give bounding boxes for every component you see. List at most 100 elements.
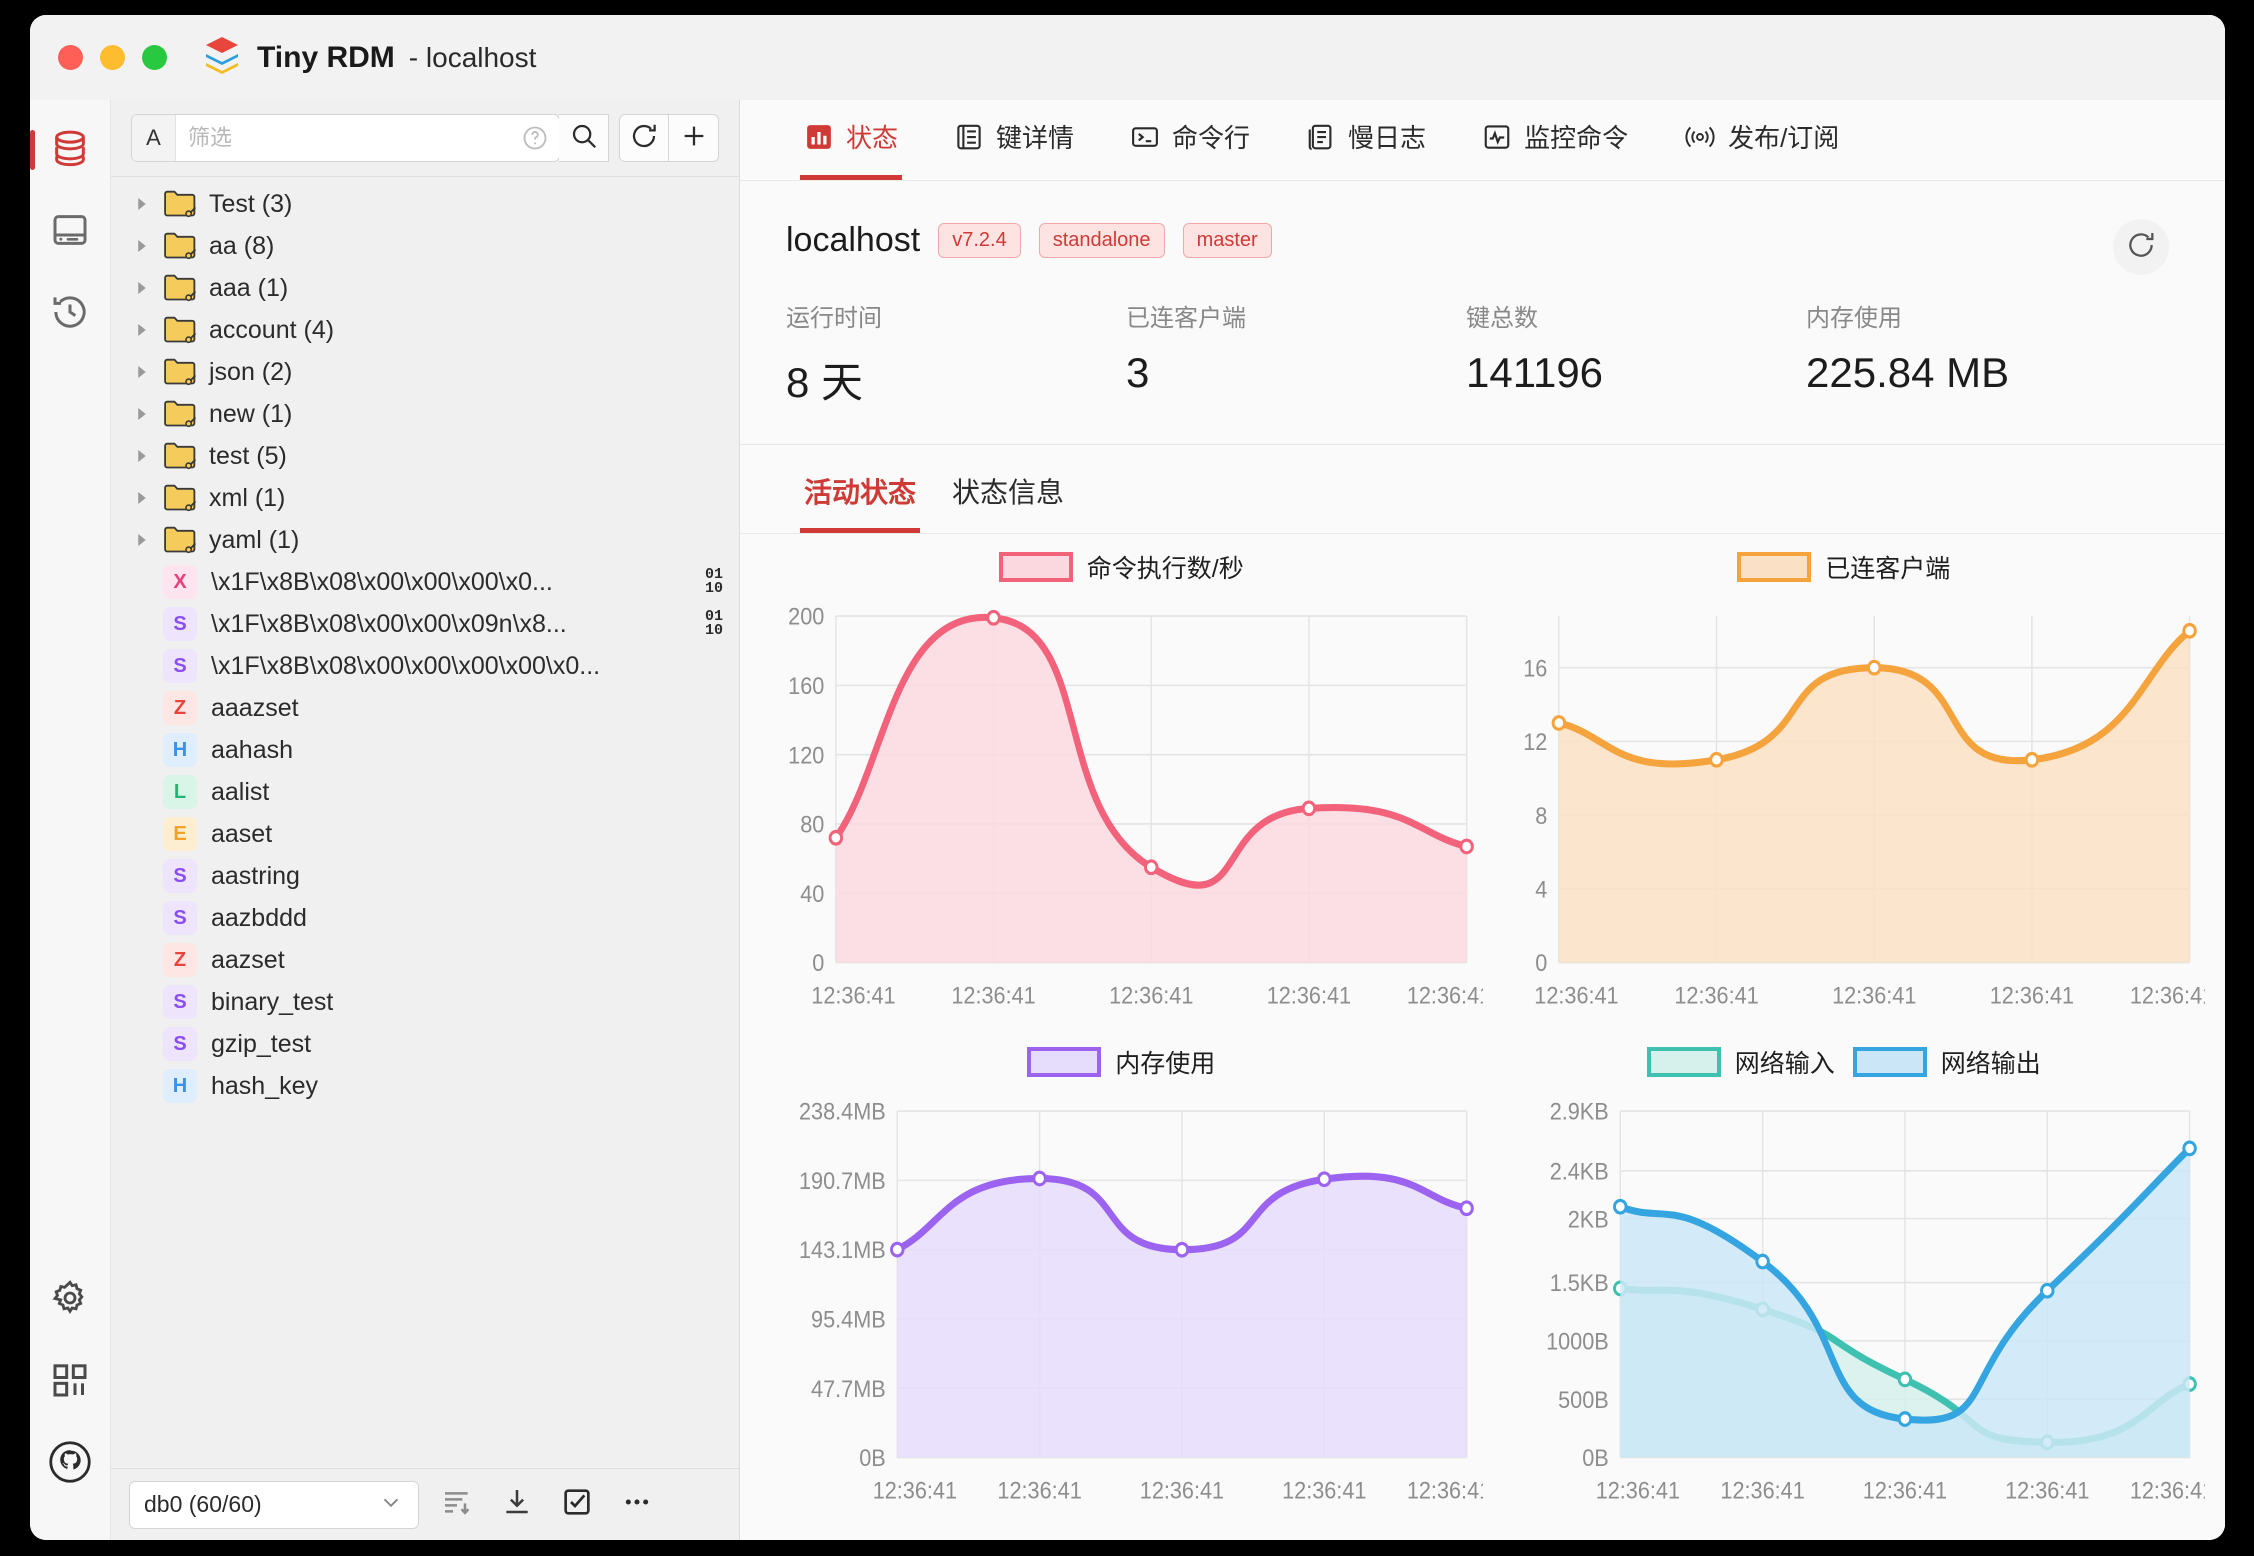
- legend-item[interactable]: 网络输出: [1852, 1044, 2041, 1080]
- tab-status-chart[interactable]: 状态: [776, 93, 926, 180]
- tab-slowlog[interactable]: 慢日志: [1278, 93, 1454, 180]
- refresh-button[interactable]: [619, 114, 669, 162]
- rail-item-apps[interactable]: [42, 1354, 98, 1410]
- chevron-right-icon[interactable]: [129, 489, 155, 507]
- chevron-right-icon[interactable]: [129, 447, 155, 465]
- match-case-toggle[interactable]: A: [132, 115, 176, 161]
- database-select-value: db0 (60/60): [144, 1491, 262, 1517]
- search-input[interactable]: [176, 125, 521, 151]
- export-button[interactable]: [495, 1483, 539, 1527]
- sort-button[interactable]: [435, 1483, 479, 1527]
- svg-text:12:36:41: 12:36:41: [1674, 982, 1758, 1009]
- tab-monitor[interactable]: 监控命令: [1454, 93, 1656, 180]
- tab-terminal[interactable]: 命令行: [1102, 93, 1278, 180]
- panel-tabs[interactable]: 状态 键详情 命令行 慢日志 监控命令 发布/订阅: [740, 93, 2225, 181]
- rail-item-history[interactable]: [42, 286, 98, 342]
- legend-item[interactable]: 网络输入: [1646, 1044, 1835, 1080]
- tree-folder-row[interactable]: json (2): [111, 351, 739, 393]
- chevron-right-icon[interactable]: [129, 195, 155, 213]
- tree-folder-label: aa (8): [209, 231, 275, 260]
- chevron-right-icon[interactable]: [129, 321, 155, 339]
- chevron-right-icon[interactable]: [129, 279, 155, 297]
- icon-rail: [30, 100, 111, 1540]
- tree-folder-row[interactable]: xml (1): [111, 477, 739, 519]
- legend-item[interactable]: 已连客户端: [1737, 549, 1950, 585]
- svg-text:12:36:41: 12:36:41: [2129, 982, 2205, 1009]
- refresh-server-button[interactable]: [2113, 219, 2169, 275]
- tree-key-row[interactable]: Saazbddd: [111, 897, 739, 939]
- minimize-window-button[interactable]: [100, 45, 125, 70]
- tree-folder-row[interactable]: yaml (1): [111, 519, 739, 561]
- tree-folder-label: new (1): [209, 399, 293, 428]
- tree-folder-row[interactable]: Test (3): [111, 183, 739, 225]
- tree-key-row[interactable]: Sbinary_test: [111, 981, 739, 1023]
- svg-text:12: 12: [1523, 728, 1547, 755]
- checkbox-icon: [561, 1486, 593, 1523]
- legend-swatch: [1737, 552, 1812, 582]
- folder-icon: [163, 315, 197, 345]
- maximize-window-button[interactable]: [142, 45, 167, 70]
- tree-key-row[interactable]: Laalist: [111, 771, 739, 813]
- pubsub-icon: [1684, 122, 1716, 152]
- tree-key-row[interactable]: Zaaazset: [111, 687, 739, 729]
- tab-key-detail[interactable]: 键详情: [926, 93, 1102, 180]
- status-badge-mode: standalone: [1038, 223, 1165, 258]
- tree-key-row[interactable]: Saastring: [111, 855, 739, 897]
- close-window-button[interactable]: [58, 45, 83, 70]
- tree-folder-label: Test (3): [209, 189, 293, 218]
- search-button[interactable]: [559, 114, 609, 162]
- tree-folder-row[interactable]: aa (8): [111, 225, 739, 267]
- tree-folder-row[interactable]: aaa (1): [111, 267, 739, 309]
- chart-plot: 0B 500B 1000B 1.5KB 2KB 2.4KB 2.9KB 12:36:41 12:…: [1546, 1098, 2205, 1504]
- tab-label: 发布/订阅: [1728, 123, 1840, 153]
- legend-swatch: [1646, 1047, 1721, 1077]
- rail-item-github[interactable]: [42, 1436, 98, 1492]
- tree-folder-row[interactable]: account (4): [111, 309, 739, 351]
- inner-tab-0[interactable]: 活动状态: [786, 471, 934, 533]
- tree-key-label: aazset: [211, 945, 285, 974]
- server-header: localhost v7.2.4 standalone master: [786, 221, 2179, 260]
- key-type-badge: H: [163, 1069, 197, 1103]
- legend-label: 命令执行数/秒: [1086, 555, 1244, 583]
- tree-folder-row[interactable]: new (1): [111, 393, 739, 435]
- tree-key-label: \x1F\x8B\x08\x00\x00\x00\x00\x0...: [211, 651, 601, 680]
- key-tree[interactable]: Test (3) aa (8) aaa (1) account (4) json (2)…: [111, 176, 739, 1468]
- add-connection-button[interactable]: [669, 114, 719, 162]
- tab-pubsub[interactable]: 发布/订阅: [1656, 93, 1867, 180]
- tree-key-row[interactable]: S \x1F\x8B\x08\x00\x00\x09n\x8... 01 10: [111, 603, 739, 645]
- tree-key-row[interactable]: Zaazset: [111, 939, 739, 981]
- chevron-right-icon[interactable]: [129, 237, 155, 255]
- legend-item[interactable]: 内存使用: [1027, 1044, 1215, 1080]
- more-button[interactable]: [615, 1483, 659, 1527]
- rail-item-connections[interactable]: [30, 122, 98, 178]
- status-inner-tabs[interactable]: 活动状态 状态信息: [740, 445, 2225, 534]
- chevron-right-icon[interactable]: [129, 405, 155, 423]
- chevron-right-icon[interactable]: [129, 531, 155, 549]
- tree-key-row[interactable]: Eaaset: [111, 813, 739, 855]
- filter-input-wrap[interactable]: A: [131, 114, 560, 162]
- tree-folder-row[interactable]: test (5): [111, 435, 739, 477]
- rail-item-settings[interactable]: [42, 1272, 98, 1328]
- svg-text:12:36:41: 12:36:41: [2005, 1477, 2089, 1504]
- inner-tab-1[interactable]: 状态信息: [934, 471, 1082, 533]
- tab-label: 监控命令: [1524, 123, 1629, 153]
- filter-bar: A: [111, 100, 739, 176]
- monitor-icon: [1482, 122, 1512, 152]
- tree-key-row[interactable]: X \x1F\x8B\x08\x00\x00\x00\x0... 01 10: [111, 561, 739, 603]
- svg-text:12:36:41: 12:36:41: [1862, 1477, 1946, 1504]
- tree-key-row[interactable]: Haahash: [111, 729, 739, 771]
- database-select[interactable]: db0 (60/60): [129, 1480, 419, 1529]
- legend-item[interactable]: 命令执行数/秒: [998, 549, 1244, 585]
- key-type-badge: S: [163, 649, 197, 683]
- tree-key-row[interactable]: Sgzip_test: [111, 1023, 739, 1065]
- tree-folder-label: account (4): [209, 315, 335, 344]
- svg-text:12:36:41: 12:36:41: [1267, 982, 1351, 1009]
- tree-key-row[interactable]: Hhash_key: [111, 1065, 739, 1107]
- tree-key-row[interactable]: S \x1F\x8B\x08\x00\x00\x00\x00\x0...: [111, 645, 739, 687]
- chevron-right-icon[interactable]: [129, 363, 155, 381]
- rail-item-servers[interactable]: [42, 204, 98, 260]
- question-circle-icon[interactable]: [521, 124, 549, 152]
- select-mode-button[interactable]: [555, 1483, 599, 1527]
- svg-text:12:36:41: 12:36:41: [1832, 982, 1916, 1009]
- svg-text:1000B: 1000B: [1546, 1328, 1609, 1355]
